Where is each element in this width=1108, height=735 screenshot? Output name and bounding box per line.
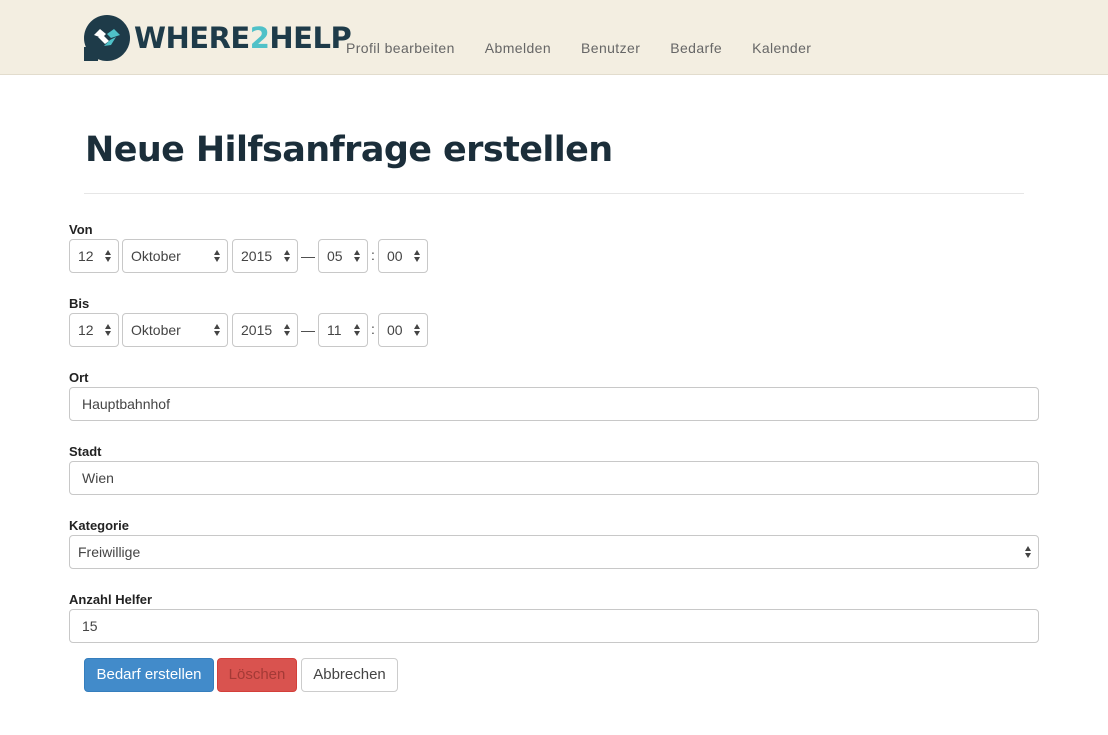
navbar: WHERE2HELP Profil bearbeiten Abmelden Be… xyxy=(0,0,1108,75)
select-arrows-icon xyxy=(284,249,291,263)
stadt-label: Stadt xyxy=(69,444,102,459)
select-arrows-icon xyxy=(414,323,421,337)
bis-colon: : xyxy=(371,321,375,337)
von-hour-select[interactable]: 05 xyxy=(318,239,368,273)
von-year-select[interactable]: 2015 xyxy=(232,239,298,273)
kategorie-label: Kategorie xyxy=(69,518,129,533)
select-arrows-icon xyxy=(284,323,291,337)
von-minute-select[interactable]: 00 xyxy=(378,239,428,273)
select-arrows-icon xyxy=(1025,545,1032,559)
nav-bedarfe[interactable]: Bedarfe xyxy=(655,40,737,56)
nav-kalender[interactable]: Kalender xyxy=(737,40,826,56)
title-divider xyxy=(84,193,1024,194)
loeschen-button[interactable]: Löschen xyxy=(217,658,297,692)
select-arrows-icon xyxy=(105,323,112,337)
select-arrows-icon xyxy=(414,249,421,263)
anzahl-helfer-label: Anzahl Helfer xyxy=(69,592,153,607)
select-arrows-icon xyxy=(354,323,361,337)
page-title: Neue Hilfsanfrage erstellen xyxy=(85,130,613,170)
select-arrows-icon xyxy=(354,249,361,263)
select-arrows-icon xyxy=(105,249,112,263)
von-month-select[interactable]: Oktober xyxy=(122,239,228,273)
nav-abmelden[interactable]: Abmelden xyxy=(470,40,566,56)
handshake-icon xyxy=(84,15,130,61)
nav-profil-bearbeiten[interactable]: Profil bearbeiten xyxy=(331,40,470,56)
nav-benutzer[interactable]: Benutzer xyxy=(566,40,655,56)
bis-year-select[interactable]: 2015 xyxy=(232,313,298,347)
brand-logo[interactable]: WHERE2HELP xyxy=(84,14,352,62)
stadt-input[interactable]: Wien xyxy=(69,461,1039,495)
bis-minute-select[interactable]: 00 xyxy=(378,313,428,347)
von-dash: — xyxy=(301,248,315,264)
ort-input[interactable]: Hauptbahnhof xyxy=(69,387,1039,421)
bis-dash: — xyxy=(301,322,315,338)
nav-links: Profil bearbeiten Abmelden Benutzer Beda… xyxy=(331,40,826,56)
anzahl-helfer-input[interactable]: 15 xyxy=(69,609,1039,643)
ort-label: Ort xyxy=(69,370,89,385)
kategorie-select[interactable]: Freiwillige xyxy=(69,535,1039,569)
bis-month-select[interactable]: Oktober xyxy=(122,313,228,347)
bedarf-erstellen-button[interactable]: Bedarf erstellen xyxy=(84,658,214,692)
bis-hour-select[interactable]: 11 xyxy=(318,313,368,347)
abbrechen-button[interactable]: Abbrechen xyxy=(301,658,398,692)
bis-day-select[interactable]: 12 xyxy=(69,313,119,347)
von-label: Von xyxy=(69,222,93,237)
von-colon: : xyxy=(371,247,375,263)
select-arrows-icon xyxy=(214,323,221,337)
brand-name: WHERE2HELP xyxy=(134,21,352,55)
bis-label: Bis xyxy=(69,296,90,311)
von-day-select[interactable]: 12 xyxy=(69,239,119,273)
select-arrows-icon xyxy=(214,249,221,263)
